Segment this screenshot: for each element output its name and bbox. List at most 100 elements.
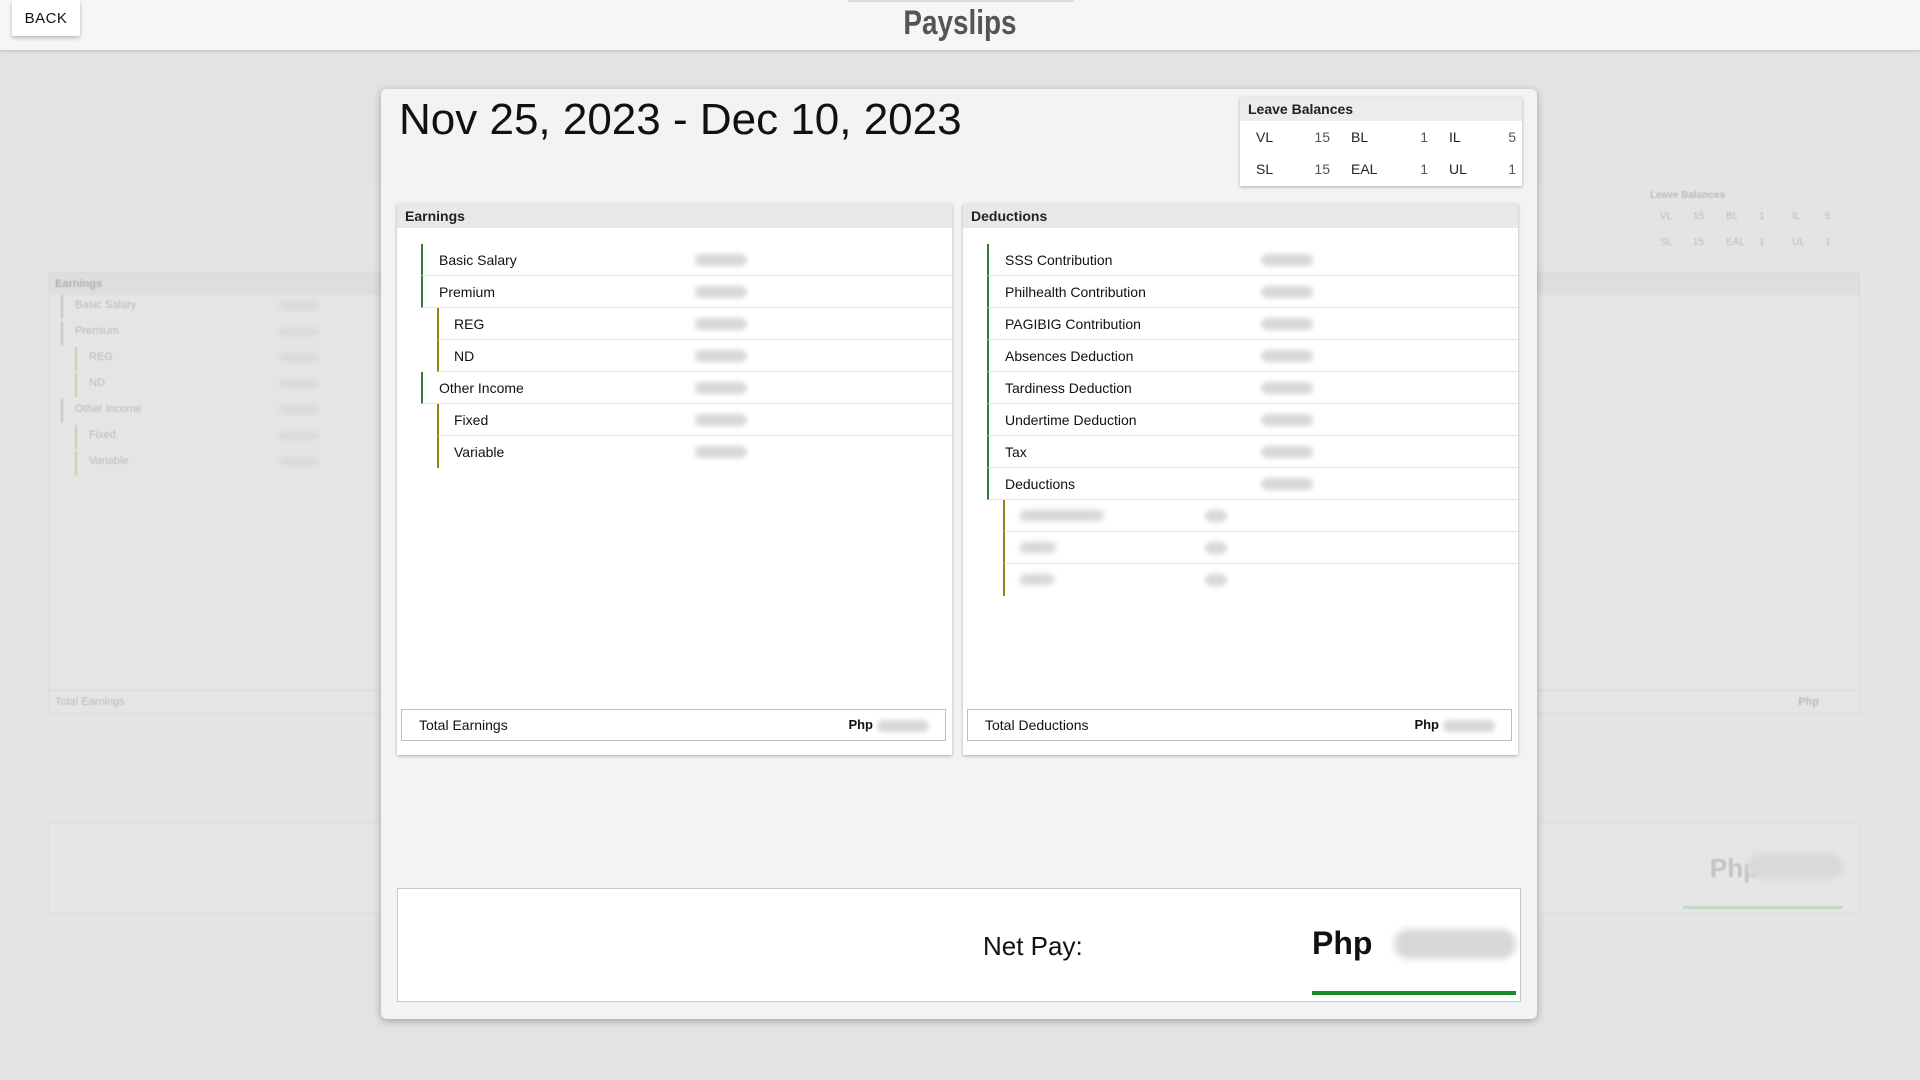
earnings-panel: Earnings Basic Salary Premium REG ND Other I…	[397, 204, 952, 755]
net-pay-label: Net Pay:	[983, 931, 1083, 961]
line-item-value	[1261, 286, 1313, 298]
net-pay-underline	[1312, 991, 1516, 995]
leave-code: IL	[1449, 129, 1461, 145]
total-earnings-value	[877, 720, 929, 732]
background-total-label: Total Earnings	[55, 696, 125, 708]
background-leave-cell: SL	[1660, 237, 1673, 248]
line-item-label: Tax	[1005, 444, 1027, 460]
leave-balances-grid: VL 15 BL 1 IL 5 SL 15 EAL 1 UL 1	[1240, 121, 1522, 185]
net-pay-card: Net Pay: Php	[397, 888, 1521, 1002]
background-row-label: Variable	[89, 455, 129, 467]
background-leave-cell: 1	[1759, 237, 1765, 248]
line-item-label: SSS Contribution	[1005, 252, 1113, 268]
background-row-value	[279, 431, 319, 440]
background-leave-balances: Leave Balances VL 15 BL 1 IL 5 SL 15 EAL 1 UL 1	[1646, 187, 1870, 259]
background-earnings-title: Earnings	[55, 278, 103, 290]
background-row-bar	[75, 373, 77, 397]
line-item-value	[695, 350, 747, 362]
background-row-value	[279, 457, 319, 466]
line-item-label	[1020, 542, 1056, 553]
leave-value: 1	[1420, 161, 1428, 177]
total-deductions-value	[1443, 720, 1495, 732]
line-item-label	[1020, 574, 1054, 585]
background-row-bar	[61, 321, 63, 345]
payslip-dialog: Nov 25, 2023 - Dec 10, 2023 Leave Balanc…	[381, 89, 1537, 1019]
leave-balances-card: Leave Balances VL 15 BL 1 IL 5 SL 15 EAL 1 UL 1	[1240, 97, 1522, 186]
line-item-row: Variable	[437, 436, 952, 468]
line-item-row: Fixed	[437, 404, 952, 436]
background-row-value	[279, 379, 319, 388]
line-item-row: PAGIBIG Contribution	[987, 308, 1518, 340]
background-leave-cell: VL	[1660, 211, 1673, 222]
line-item-value	[695, 382, 747, 394]
line-item-row: Tax	[987, 436, 1518, 468]
earnings-list: Basic Salary Premium REG ND Other Income Fixe…	[421, 244, 952, 468]
line-item-row: ND	[437, 340, 952, 372]
line-item-row: Tardiness Deduction	[987, 372, 1518, 404]
background-row-value	[279, 301, 319, 310]
background-leave-cell: 15	[1693, 237, 1705, 248]
deductions-panel: Deductions SSS Contribution Philhealth Co…	[963, 204, 1518, 755]
net-pay-value	[1394, 929, 1516, 959]
line-item-value	[695, 286, 747, 298]
line-item-row: Basic Salary	[421, 244, 952, 276]
total-earnings-label: Total Earnings	[419, 717, 508, 733]
line-item-value	[695, 414, 747, 426]
background-net-underline	[1683, 906, 1843, 909]
leave-value: 1	[1508, 161, 1516, 177]
line-item-label: Deductions	[1005, 476, 1076, 492]
background-row-bar	[61, 399, 63, 423]
back-button[interactable]: BACK	[12, 0, 80, 36]
deductions-header: Deductions	[963, 204, 1518, 228]
line-item-value	[1261, 446, 1313, 458]
background-row-value	[279, 327, 319, 336]
line-item-row: Other Income	[421, 372, 952, 404]
line-item-label: Undertime Deduction	[1005, 412, 1137, 428]
line-item-value	[1261, 254, 1313, 266]
line-item-label: Tardiness Deduction	[1005, 380, 1132, 396]
line-item-row: Undertime Deduction	[987, 404, 1518, 436]
earnings-header: Earnings	[397, 204, 952, 228]
line-item-value	[1261, 350, 1313, 362]
total-deductions-label: Total Deductions	[985, 717, 1089, 733]
line-item-row	[1003, 500, 1518, 532]
background-row-value	[279, 405, 319, 414]
total-earnings-row: Total Earnings Php	[401, 709, 946, 741]
background-row-label: REG	[89, 351, 113, 363]
line-item-value	[1261, 382, 1313, 394]
line-item-value	[1205, 542, 1227, 554]
line-item-row: REG	[437, 308, 952, 340]
line-item-label: Fixed	[454, 412, 489, 428]
leave-code: SL	[1256, 161, 1274, 177]
background-row-label: Other Income	[75, 403, 142, 415]
line-item-value	[695, 318, 747, 330]
line-item-label	[1020, 510, 1104, 521]
line-item-label: PAGIBIG Contribution	[1005, 316, 1141, 332]
background-leave-cell: 15	[1693, 211, 1705, 222]
line-item-value	[1261, 414, 1313, 426]
background-row-bar	[75, 347, 77, 371]
line-item-row	[1003, 532, 1518, 564]
background-row-bar	[75, 451, 77, 475]
background-net-value	[1747, 853, 1843, 879]
line-item-row: Premium	[421, 276, 952, 308]
leave-value: 15	[1314, 161, 1330, 177]
leave-code: UL	[1449, 161, 1467, 177]
line-item-value	[1261, 478, 1313, 490]
line-item-row: SSS Contribution	[987, 244, 1518, 276]
title-tab-edge	[848, 0, 1074, 2]
background-total-currency: Php	[1798, 696, 1819, 708]
line-item-label: ND	[454, 348, 475, 364]
background-leave-cell: 1	[1759, 211, 1765, 222]
net-pay-currency: Php	[1312, 925, 1373, 961]
leave-value: 5	[1508, 129, 1516, 145]
line-item-label: Other Income	[439, 380, 524, 396]
background-leave-cell: UL	[1792, 237, 1805, 248]
background-leave-cell: 1	[1825, 237, 1831, 248]
background-row-bar	[75, 425, 77, 449]
background-leave-cell: 5	[1825, 211, 1831, 222]
pay-period-title: Nov 25, 2023 - Dec 10, 2023	[399, 95, 962, 144]
background-row-label: Basic Salary	[75, 299, 137, 311]
leave-value: 1	[1420, 129, 1428, 145]
leave-code: VL	[1256, 129, 1274, 145]
